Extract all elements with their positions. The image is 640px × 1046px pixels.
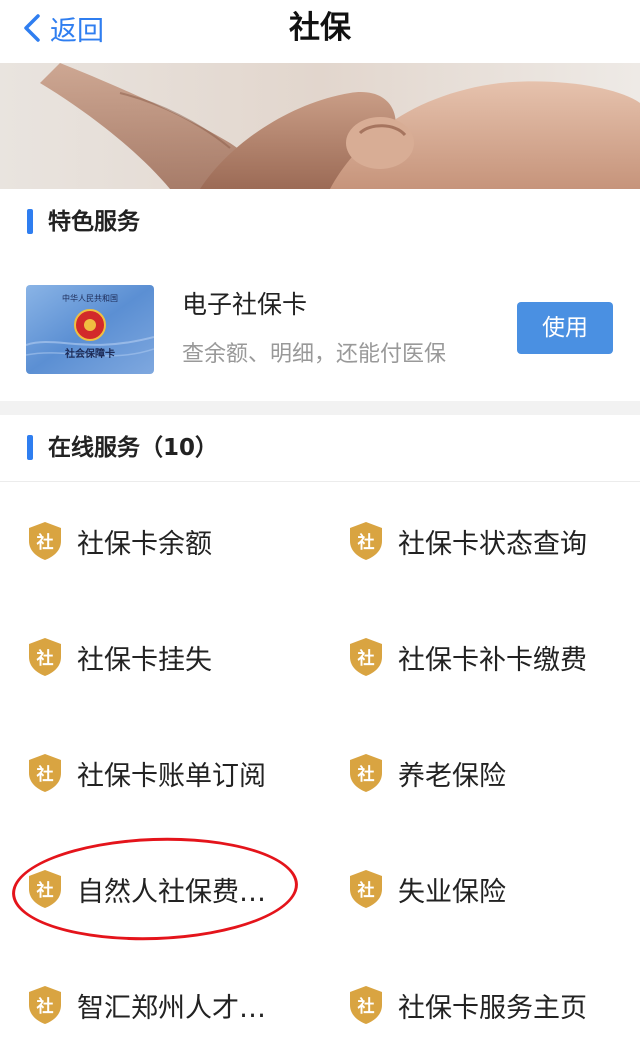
- service-item[interactable]: 社 社保卡余额: [27, 515, 212, 567]
- shield-badge-icon: 社: [350, 986, 382, 1024]
- service-item[interactable]: 社 社保卡服务主页: [348, 979, 587, 1031]
- section-divider: [0, 401, 640, 415]
- service-label: 社保卡补卡缴费: [398, 644, 587, 676]
- shield-badge-icon: 社: [350, 754, 382, 792]
- nav-bar: 返回 社保: [0, 0, 640, 63]
- service-label: 自然人社保费…: [77, 876, 266, 908]
- svg-text:社: 社: [357, 532, 375, 553]
- service-item[interactable]: 社 失业保险: [348, 863, 506, 915]
- service-item[interactable]: 社 自然人社保费…: [27, 863, 266, 915]
- service-item[interactable]: 社 社保卡补卡缴费: [348, 631, 587, 683]
- e-card-title: 电子社保卡: [182, 290, 308, 319]
- shield-badge-icon: 社: [29, 754, 61, 792]
- shield-badge-icon: 社: [29, 870, 61, 908]
- card-country-text: 中华人民共和国: [62, 293, 118, 303]
- service-item[interactable]: 社 养老保险: [348, 747, 506, 799]
- page-title: 社保: [289, 10, 351, 46]
- svg-text:社: 社: [36, 648, 54, 669]
- service-label: 失业保险: [398, 876, 506, 908]
- svg-text:社: 社: [357, 880, 375, 901]
- svg-text:社: 社: [357, 764, 375, 785]
- shield-badge-icon: 社: [29, 522, 61, 560]
- service-label: 养老保险: [398, 760, 506, 792]
- svg-text:社: 社: [357, 996, 375, 1017]
- svg-text:社: 社: [357, 648, 375, 669]
- service-label: 智汇郑州人才…: [77, 992, 266, 1024]
- svg-text:社: 社: [36, 880, 54, 901]
- shield-badge-icon: 社: [350, 638, 382, 676]
- featured-section-header: 特色服务: [0, 189, 640, 256]
- banner-image: [0, 63, 640, 189]
- service-label: 社保卡账单订阅: [77, 760, 266, 792]
- online-section-header: 在线服务（10）: [0, 415, 640, 482]
- service-label: 社保卡余额: [77, 528, 212, 560]
- service-item[interactable]: 社 社保卡账单订阅: [27, 747, 266, 799]
- featured-section-title: 特色服务: [48, 209, 140, 235]
- service-label: 社保卡挂失: [77, 644, 212, 676]
- online-section-title: 在线服务（10）: [48, 435, 219, 461]
- svg-text:社: 社: [36, 764, 54, 785]
- card-name-text: 社会保障卡: [64, 347, 115, 360]
- service-item[interactable]: 社 智汇郑州人才…: [27, 979, 266, 1031]
- svg-text:社: 社: [36, 532, 54, 553]
- section-accent-bar: [27, 209, 33, 234]
- shield-badge-icon: 社: [29, 986, 61, 1024]
- service-item[interactable]: 社 社保卡挂失: [27, 631, 212, 683]
- service-label: 社保卡服务主页: [398, 992, 587, 1024]
- e-card-subtitle: 查余额、明细，还能付医保: [182, 342, 447, 367]
- shield-badge-icon: 社: [350, 522, 382, 560]
- section-accent-bar: [27, 435, 33, 460]
- social-security-card-image: 中华人民共和国 社会保障卡: [26, 285, 154, 374]
- service-label: 社保卡状态查询: [398, 528, 587, 560]
- svg-text:社: 社: [36, 996, 54, 1017]
- service-item[interactable]: 社 社保卡状态查询: [348, 515, 587, 567]
- use-button[interactable]: 使用: [517, 302, 613, 354]
- shield-badge-icon: 社: [29, 638, 61, 676]
- shield-badge-icon: 社: [350, 870, 382, 908]
